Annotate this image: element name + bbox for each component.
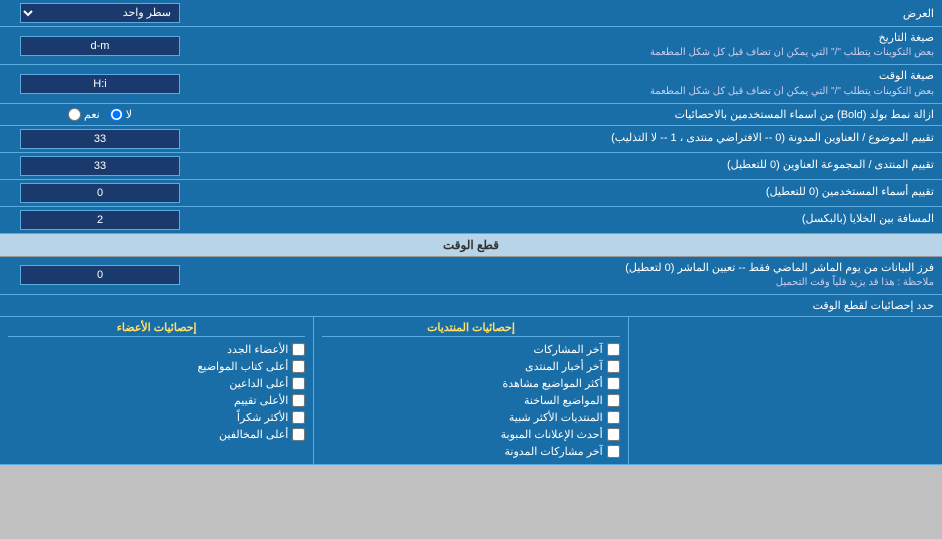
cb-most-thanked[interactable] [292,411,305,424]
cb-classified-ads-label: أحدث الإعلانات المبوبة [501,428,603,441]
cb-top-posters-label: أعلى كتاب المواضيع [198,360,289,373]
cb-hot-topics-label: المواضيع الساخنة [524,394,603,407]
time-format-label: صيغة الوقت بعض التكوينات يتطلب "/" التي … [200,65,942,102]
topic-order-label: تقييم الموضوع / العناوين المدونة (0 -- ا… [200,127,942,150]
bold-yes-label: نعم [84,108,100,121]
topic-order-input[interactable] [20,129,180,149]
cb-top-inviters-label: أعلى الداعين [229,377,288,390]
cb-similar-forums[interactable] [607,411,620,424]
cb-forum-news-label: آخر أخبار المنتدى [525,360,603,373]
stats-col1-title: إحصائيات المنتديات [322,321,619,337]
cb-forum-news[interactable] [607,360,620,373]
cb-blog-posts[interactable] [607,445,620,458]
cb-last-posts-label: آخر المشاركات [534,343,603,356]
forum-order-label: تقييم المنتدى / المجموعة العناوين (0 للت… [200,154,942,177]
cell-spacing-label: المسافة بين الخلايا (بالبكسل) [200,208,942,231]
cb-top-rated-label: الأعلى تقييم [234,394,288,407]
bold-no-label: لا [126,108,132,121]
cell-spacing-input[interactable] [20,210,180,230]
cut-filter-input[interactable] [20,265,180,285]
display-select[interactable]: سطر واحد سطران ثلاثة أسطر [20,3,180,23]
date-format-label: صيغة التاريخ بعض التكوينات يتطلب "/" الت… [200,27,942,64]
cb-top-inviters[interactable] [292,377,305,390]
username-order-input[interactable] [20,183,180,203]
stats-col2-title: إحصائيات الأعضاء [8,321,305,337]
cb-new-members[interactable] [292,343,305,356]
cut-filter-label: فرز البيانات من يوم الماشر الماضي فقط --… [200,257,942,294]
cb-top-violators-label: أعلى المخالفين [219,428,288,441]
bold-label: ازالة نمط بولد (Bold) من اسماء المستخدمي… [200,104,942,125]
cb-top-posters[interactable] [292,360,305,373]
cb-most-thanked-label: الأكثر شكراً [237,411,288,424]
cb-classified-ads[interactable] [607,428,620,441]
cb-most-viewed-label: أكثر المواضيع مشاهدة [502,377,602,390]
display-label: العرض [200,3,942,24]
cb-most-viewed[interactable] [607,377,620,390]
forum-order-input[interactable] [20,156,180,176]
cb-hot-topics[interactable] [607,394,620,407]
bold-no-radio[interactable] [110,108,123,121]
cb-top-rated[interactable] [292,394,305,407]
username-order-label: تقييم أسماء المستخدمين (0 للتعطيل) [200,181,942,204]
cb-new-members-label: الأعضاء الجدد [227,343,288,356]
time-format-input[interactable] [20,74,180,94]
date-format-input[interactable] [20,36,180,56]
bold-yes-radio[interactable] [68,108,81,121]
stats-limit-label: حدد إحصائيات لقطع الوقت [8,299,934,312]
cb-blog-posts-label: آخر مشاركات المدونة [505,445,603,458]
cut-section-title: قطع الوقت [0,234,942,257]
cb-top-violators[interactable] [292,428,305,441]
cb-last-posts[interactable] [607,343,620,356]
cb-similar-forums-label: المنتديات الأكثر شبية [509,411,603,424]
